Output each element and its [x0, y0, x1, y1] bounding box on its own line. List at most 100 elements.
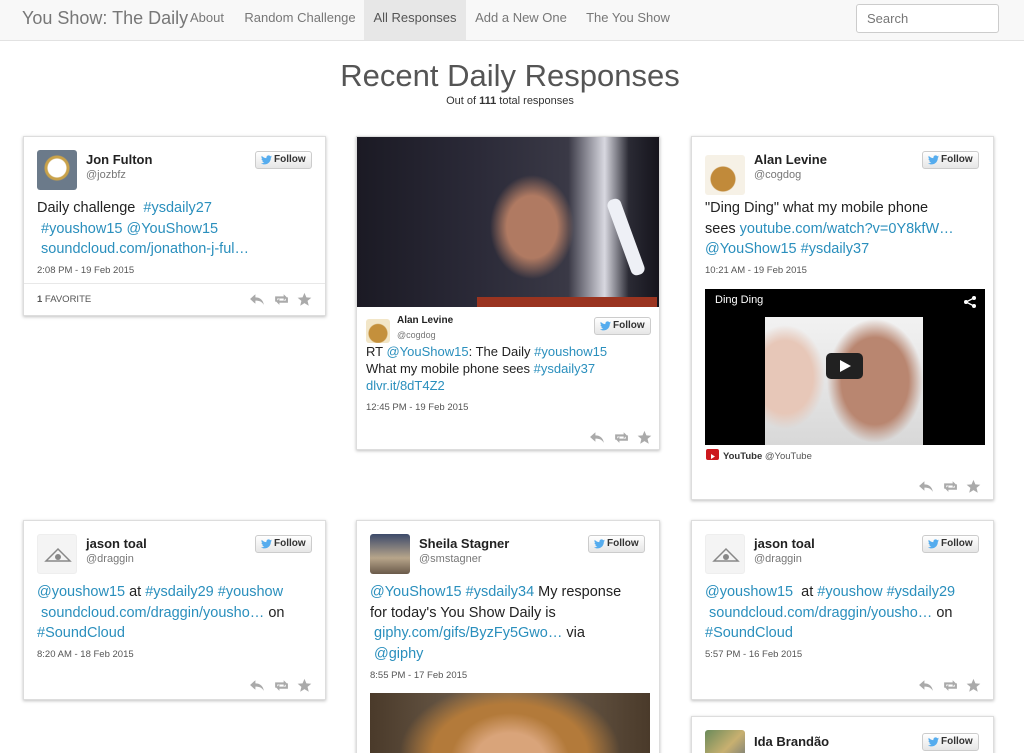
tweet-link[interactable]: #ysdaily34	[466, 584, 535, 600]
tweet-line: #youshow15 @YouShow15	[37, 219, 317, 240]
tweet-link[interactable]: @youshow15	[37, 584, 125, 600]
tweet-link[interactable]: @youshow15	[705, 584, 793, 600]
tweet-link[interactable]: #ysdaily37	[534, 361, 595, 376]
twitter-bird-icon	[928, 737, 939, 747]
user-name[interactable]: Sheila Stagner	[419, 536, 509, 551]
tweet-link[interactable]: @YouShow15	[126, 221, 218, 237]
retweet-icon[interactable]	[613, 430, 629, 444]
gif-preview[interactable]	[370, 693, 650, 753]
favorite-icon[interactable]	[297, 678, 313, 692]
youtube-player[interactable]: Ding Ding	[705, 289, 985, 445]
tweet-line: "Ding Ding" what my mobile phone	[705, 198, 990, 219]
tweet-link[interactable]: giphy.com/gifs/ByzFy5Gwo…	[370, 625, 562, 641]
tweet-line: soundcloud.com/jonathon-j-ful…	[37, 239, 317, 260]
search-input[interactable]	[856, 4, 999, 33]
follow-button[interactable]: Follow	[588, 535, 645, 553]
user-handle[interactable]: @cogdog	[754, 169, 801, 181]
avatar[interactable]	[37, 534, 77, 574]
user-handle[interactable]: @jozbfz	[86, 169, 126, 181]
follow-button[interactable]: Follow	[922, 151, 979, 169]
avatar[interactable]	[705, 730, 745, 753]
follow-button[interactable]: Follow	[255, 535, 312, 553]
favorite-icon[interactable]	[966, 678, 982, 692]
nav-all-responses[interactable]: All Responses	[364, 0, 466, 40]
retweet-icon[interactable]	[942, 479, 958, 493]
tweet-link[interactable]: #SoundCloud	[37, 625, 125, 641]
tweet-link[interactable]: youtube.com/watch?v=0Y8kfW…	[740, 221, 954, 237]
favorite-icon[interactable]	[297, 292, 313, 306]
user-handle[interactable]: @draggin	[754, 553, 802, 565]
nav-about[interactable]: About	[178, 0, 236, 40]
tweet-line: @YouShow15 #ysdaily37	[705, 239, 990, 260]
reply-icon[interactable]	[249, 678, 265, 692]
favorite-icon[interactable]	[637, 430, 653, 444]
reply-icon[interactable]	[249, 292, 265, 306]
avatar[interactable]	[705, 155, 745, 195]
video-title[interactable]: Ding Ding	[715, 294, 763, 306]
tweet-link[interactable]: #youshow15	[37, 221, 122, 237]
source-name: YouTube	[723, 451, 763, 462]
tweet-link[interactable]: #youshow	[817, 584, 882, 600]
divider	[24, 283, 325, 284]
favorite-icon[interactable]	[966, 479, 982, 493]
retweet-icon[interactable]	[273, 292, 289, 306]
tweet-link[interactable]: @YouShow15	[370, 584, 462, 600]
user-name[interactable]: jason toal	[754, 536, 815, 551]
tweet-link[interactable]: #youshow15	[534, 344, 607, 359]
play-button[interactable]	[826, 353, 863, 379]
tweet-time[interactable]: 5:57 PM - 16 Feb 2015	[705, 649, 802, 660]
tweet-line: What my mobile phone sees #ysdaily37	[366, 360, 656, 377]
avatar[interactable]	[366, 319, 390, 343]
tweet-time[interactable]: 10:21 AM - 19 Feb 2015	[705, 265, 807, 276]
tweet-link[interactable]: #ysdaily27	[143, 200, 212, 216]
tweet-link[interactable]: dlvr.it/8dT4Z2	[366, 378, 445, 393]
tweet-link[interactable]: @giphy	[370, 646, 423, 662]
reply-icon[interactable]	[918, 678, 934, 692]
nav-add-new[interactable]: Add a New One	[466, 0, 576, 40]
user-handle[interactable]: @cogdog	[397, 330, 436, 340]
avatar[interactable]	[37, 150, 77, 190]
tweet-link[interactable]: #youshow	[218, 584, 283, 600]
reply-icon[interactable]	[918, 479, 934, 493]
nav-random-challenge[interactable]: Random Challenge	[236, 0, 364, 40]
tweet-time[interactable]: 8:20 AM - 18 Feb 2015	[37, 649, 134, 660]
youtube-icon	[706, 449, 719, 460]
tweet-time[interactable]: 12:45 PM - 19 Feb 2015	[366, 402, 468, 413]
tweet-link[interactable]: @YouShow15	[705, 241, 797, 257]
follow-label: Follow	[607, 538, 639, 549]
tweet-photo[interactable]	[357, 137, 659, 307]
tweet-text-segment: My response	[534, 584, 622, 600]
user-name[interactable]: Jon Fulton	[86, 152, 152, 167]
tweet-link[interactable]: #ysdaily37	[801, 241, 870, 257]
tweet-time[interactable]: 8:55 PM - 17 Feb 2015	[370, 670, 467, 681]
follow-button[interactable]: Follow	[594, 317, 651, 335]
video-source[interactable]: YouTube @YouTube	[723, 451, 812, 462]
follow-button[interactable]: Follow	[922, 535, 979, 553]
tweet-link[interactable]: #ysdaily29	[145, 584, 214, 600]
user-name[interactable]: Alan Levine	[397, 315, 453, 326]
tweet-link[interactable]: @YouShow15	[386, 344, 468, 359]
follow-button[interactable]: Follow	[922, 733, 979, 751]
nav-the-you-show[interactable]: The You Show	[576, 0, 680, 40]
tweet-link[interactable]: soundcloud.com/draggin/yousho…	[705, 605, 932, 621]
user-name[interactable]: Alan Levine	[754, 152, 827, 167]
follow-button[interactable]: Follow	[255, 151, 312, 169]
retweet-icon[interactable]	[273, 678, 289, 692]
avatar[interactable]	[370, 534, 410, 574]
tweet-link[interactable]: soundcloud.com/jonathon-j-ful…	[37, 241, 249, 257]
tweet-link[interactable]: soundcloud.com/draggin/yousho…	[37, 605, 264, 621]
tweet-link[interactable]: #ysdaily29	[887, 584, 956, 600]
reply-icon[interactable]	[589, 430, 605, 444]
tweet-actions	[589, 430, 653, 444]
user-handle[interactable]: @smstagner	[419, 553, 482, 565]
share-icon[interactable]	[963, 295, 977, 309]
brand-link[interactable]: You Show: The Daily	[22, 0, 188, 41]
user-handle[interactable]: @draggin	[86, 553, 134, 565]
retweet-icon[interactable]	[942, 678, 958, 692]
user-name[interactable]: Ida Brandão	[754, 734, 829, 749]
tweet-link[interactable]: #SoundCloud	[705, 625, 793, 641]
avatar[interactable]	[705, 534, 745, 574]
video-thumbnail	[765, 317, 923, 445]
tweet-time[interactable]: 2:08 PM - 19 Feb 2015	[37, 265, 134, 276]
user-name[interactable]: jason toal	[86, 536, 147, 551]
